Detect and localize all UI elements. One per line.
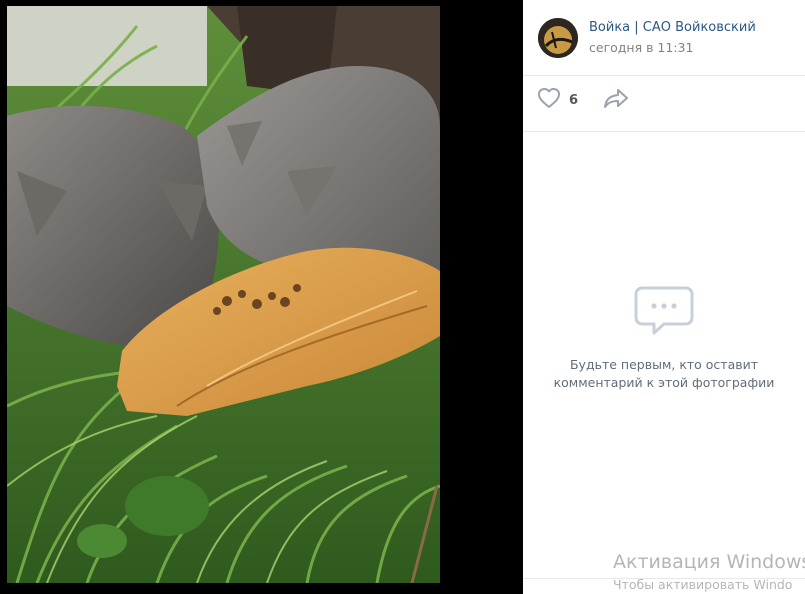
post-date[interactable]: сегодня в 11:31 [589,40,693,55]
like-count: 6 [569,92,579,108]
side-panel: Войка | САО Войковский сегодня в 11:31 6 [523,0,805,594]
comments-bubble-icon [632,286,696,342]
avatar[interactable] [538,18,578,58]
comment-input-area[interactable] [523,578,805,594]
photo[interactable] [7,6,440,583]
author-link[interactable]: Войка | САО Войковский [589,20,756,35]
share-button[interactable] [603,86,629,114]
post-header: Войка | САО Войковский сегодня в 11:31 [523,0,805,75]
share-arrow-icon [603,87,629,113]
like-button[interactable]: 6 [537,86,578,114]
comments-empty-line1: Будьте первым, кто оставит [569,357,759,372]
comments-empty-text: Будьте первым, кто оставит комментарий к… [523,356,805,392]
post-actions: 6 [523,76,805,131]
comments-empty-line2: комментарий к этой фотографии [553,375,775,390]
comments-empty-state: Будьте первым, кто оставит комментарий к… [523,282,805,392]
divider [523,131,805,132]
photo-viewer [0,0,523,593]
heart-icon [537,87,561,113]
